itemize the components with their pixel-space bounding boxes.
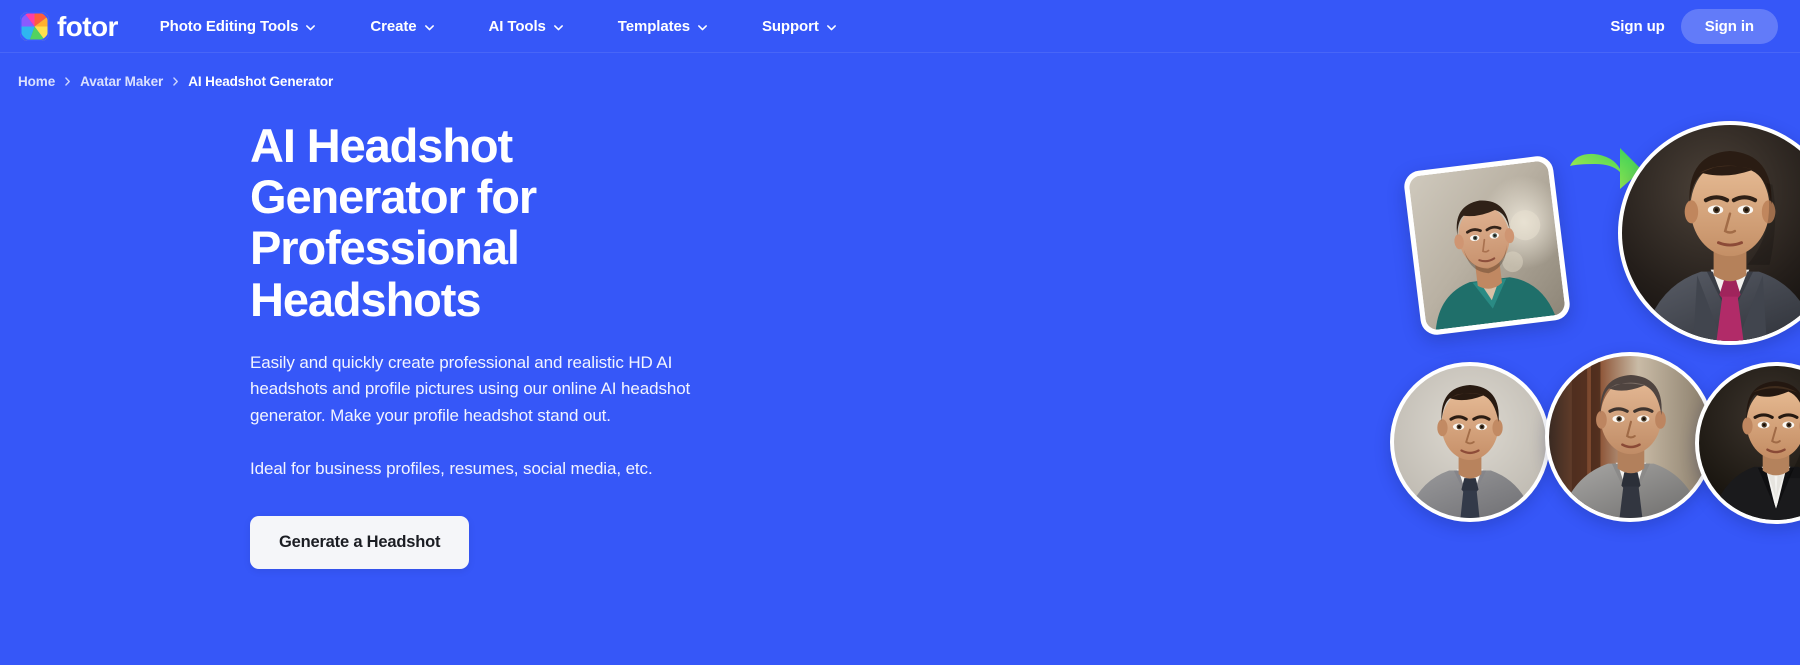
- nav-item-support[interactable]: Support: [735, 18, 864, 35]
- chevron-right-icon: [64, 76, 71, 87]
- sign-up-link[interactable]: Sign up: [1610, 18, 1664, 35]
- logo-wordmark: fotor: [57, 11, 118, 42]
- hero-copy: AI Headshot Generator for Professional H…: [0, 120, 700, 569]
- generate-a-headshot-button[interactable]: Generate a Headshot: [250, 515, 470, 569]
- logo-home-link[interactable]: fotor: [20, 11, 118, 42]
- breadcrumb-item-avatar-maker[interactable]: Avatar Maker: [80, 74, 163, 89]
- sign-in-button[interactable]: Sign in: [1680, 8, 1778, 44]
- hero-artwork: [710, 120, 1800, 550]
- nav-item-ai-tools[interactable]: AI Tools: [462, 18, 591, 35]
- generated-headshot-1-image: [1394, 366, 1546, 518]
- page-title-line-1: AI Headshot Generator for: [250, 119, 537, 224]
- header-actions: Sign up Sign in: [1610, 8, 1778, 44]
- chevron-down-icon: [697, 22, 708, 33]
- page-title: AI Headshot Generator for Professional H…: [250, 120, 700, 325]
- hero-description: Easily and quickly create professional a…: [250, 352, 691, 425]
- nav-label: Support: [761, 17, 819, 35]
- nav-label: Create: [370, 17, 417, 35]
- generated-headshot-2-image: [1549, 356, 1711, 518]
- breadcrumb: Home Avatar Maker AI Headshot Generator: [0, 53, 1800, 92]
- generated-headshot-2: [1545, 352, 1715, 522]
- nav-item-templates[interactable]: Templates: [591, 18, 735, 35]
- generated-headshot-main: [1618, 121, 1800, 345]
- chevron-right-icon: [172, 76, 179, 87]
- chevron-down-icon: [826, 22, 837, 33]
- hero-description-secondary: Ideal for business profiles, resumes, so…: [250, 459, 653, 479]
- chevron-down-icon: [305, 22, 316, 33]
- breadcrumb-item-current: AI Headshot Generator: [188, 73, 334, 89]
- site-header: fotor Photo Editing Tools Create AI Tool…: [0, 0, 1800, 53]
- generated-headshot-3: [1695, 362, 1800, 524]
- nav-label: Photo Editing Tools: [159, 17, 299, 35]
- nav-item-create[interactable]: Create: [343, 18, 461, 35]
- chevron-down-icon: [553, 22, 564, 33]
- original-casual-portrait: [1402, 154, 1572, 337]
- nav-label: Templates: [617, 17, 690, 35]
- chevron-down-icon: [424, 22, 435, 33]
- nav-label: AI Tools: [488, 17, 546, 35]
- generated-headshot-main-image: [1622, 125, 1800, 341]
- original-portrait-image: [1408, 160, 1566, 331]
- generated-headshot-1: [1390, 362, 1550, 522]
- hero-section: AI Headshot Generator for Professional H…: [0, 92, 1800, 569]
- page-title-line-2: Professional Headshots: [250, 221, 520, 326]
- nav-item-photo-editing-tools[interactable]: Photo Editing Tools: [160, 18, 344, 35]
- main-nav: Photo Editing Tools Create AI Tools Temp…: [160, 18, 864, 35]
- fotor-color-wheel-icon: [20, 11, 49, 41]
- generated-headshot-3-image: [1699, 366, 1800, 520]
- breadcrumb-item-home[interactable]: Home: [18, 74, 55, 89]
